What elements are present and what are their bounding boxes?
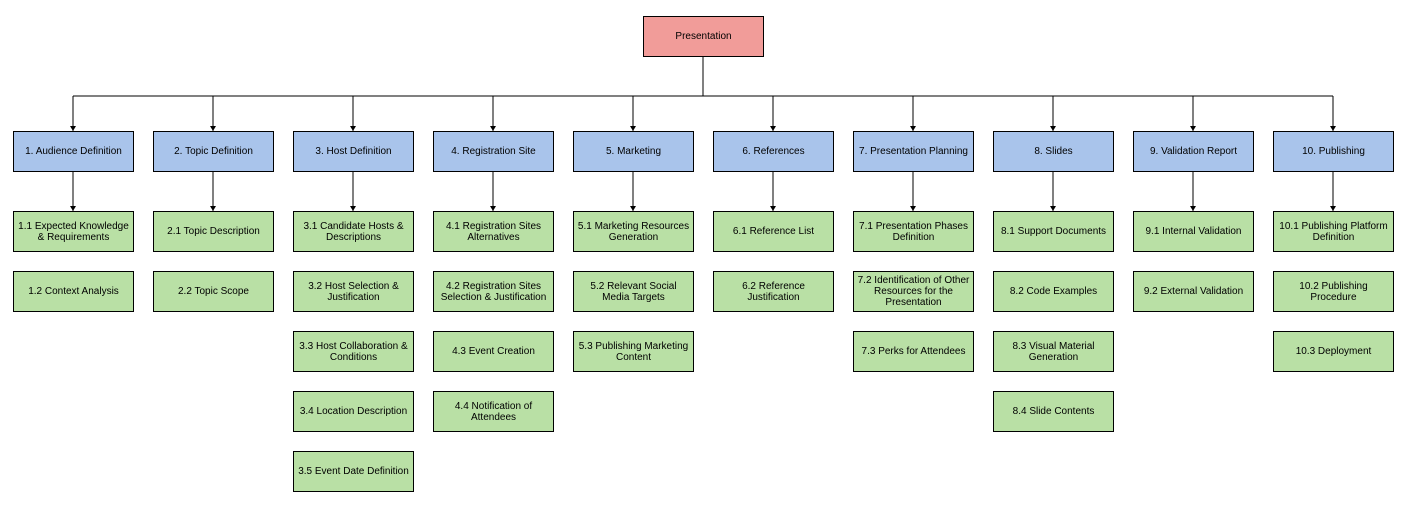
task-node[interactable]: 5.3 Publishing Marketing Content — [573, 331, 694, 372]
task-node-label: 4.4 Notification of Attendees — [454, 400, 533, 423]
category-node[interactable]: 3. Host Definition — [293, 131, 414, 172]
task-node-label: 2.1 Topic Description — [167, 226, 260, 237]
task-node-label: 9.2 External Validation — [1143, 286, 1244, 297]
category-node[interactable]: 1. Audience Definition — [13, 131, 134, 172]
task-node[interactable]: 7.3 Perks for Attendees — [853, 331, 974, 372]
task-node-label: 7.3 Perks for Attendees — [861, 346, 966, 357]
category-node[interactable]: 10. Publishing — [1273, 131, 1394, 172]
task-node[interactable]: 8.1 Support Documents — [993, 211, 1114, 252]
task-node-label: 2.2 Topic Scope — [178, 286, 249, 297]
task-node-label: 4.1 Registration Sites Alternatives — [445, 220, 542, 243]
task-node[interactable]: 8.2 Code Examples — [993, 271, 1114, 312]
category-node-label: 9. Validation Report — [1149, 146, 1238, 157]
task-node[interactable]: 2.1 Topic Description — [153, 211, 274, 252]
category-node[interactable]: 7. Presentation Planning — [853, 131, 974, 172]
task-node[interactable]: 3.4 Location Description — [293, 391, 414, 432]
task-node[interactable]: 3.3 Host Collaboration & Conditions — [293, 331, 414, 372]
task-node[interactable]: 1.1 Expected Knowledge & Requirements — [13, 211, 134, 252]
category-node-label: 8. Slides — [1034, 146, 1073, 157]
category-node[interactable]: 8. Slides — [993, 131, 1114, 172]
task-node-label: 8.3 Visual Material Generation — [1012, 340, 1095, 363]
task-node-label: 4.3 Event Creation — [452, 346, 535, 357]
wbs-diagram: Presentation 1. Audience Definition 1.1 E… — [0, 0, 1409, 509]
task-node-label: 7.2 Identification of Other Resources fo… — [857, 275, 970, 308]
task-node[interactable]: 6.2 Reference Justification — [713, 271, 834, 312]
category-node-label: 1. Audience Definition — [25, 146, 122, 157]
task-node-label: 3.5 Event Date Definition — [298, 466, 409, 477]
connector-layer — [70, 56, 1336, 211]
task-node[interactable]: 5.2 Relevant Social Media Targets — [573, 271, 694, 312]
task-node-label: 6.1 Reference List — [732, 226, 815, 237]
task-node-label: 3.1 Candidate Hosts & Descriptions — [303, 220, 404, 243]
category-node[interactable]: 2. Topic Definition — [153, 131, 274, 172]
category-node-label: 4. Registration Site — [451, 146, 536, 157]
category-node-label: 2. Topic Definition — [174, 146, 253, 157]
task-node-label: 5.1 Marketing Resources Generation — [577, 220, 690, 243]
root-label: Presentation — [675, 31, 732, 42]
task-node[interactable]: 2.2 Topic Scope — [153, 271, 274, 312]
category-node-label: 6. References — [742, 146, 805, 157]
task-node[interactable]: 10.3 Deployment — [1273, 331, 1394, 372]
task-node-label: 8.4 Slide Contents — [1012, 406, 1095, 417]
task-node-label: 10.2 Publishing Procedure — [1299, 280, 1368, 303]
root-node[interactable]: Presentation — [643, 16, 764, 57]
task-node[interactable]: 7.2 Identification of Other Resources fo… — [853, 271, 974, 312]
task-node[interactable]: 3.1 Candidate Hosts & Descriptions — [293, 211, 414, 252]
task-node[interactable]: 8.3 Visual Material Generation — [993, 331, 1114, 372]
category-node[interactable]: 9. Validation Report — [1133, 131, 1254, 172]
task-node[interactable]: 10.2 Publishing Procedure — [1273, 271, 1394, 312]
task-node-label: 8.2 Code Examples — [1009, 286, 1098, 297]
task-node-label: 3.2 Host Selection & Justification — [308, 280, 399, 303]
task-node-label: 10.1 Publishing Platform Definition — [1279, 220, 1388, 243]
task-node[interactable]: 4.4 Notification of Attendees — [433, 391, 554, 432]
task-node[interactable]: 6.1 Reference List — [713, 211, 834, 252]
category-node[interactable]: 6. References — [713, 131, 834, 172]
task-node-label: 4.2 Registration Sites Selection & Justi… — [440, 280, 547, 303]
task-node[interactable]: 4.1 Registration Sites Alternatives — [433, 211, 554, 252]
task-node-label: 1.2 Context Analysis — [28, 286, 119, 297]
task-node-label: 9.1 Internal Validation — [1145, 226, 1242, 237]
task-node-label: 6.2 Reference Justification — [742, 280, 805, 303]
task-node-label: 8.1 Support Documents — [1000, 226, 1107, 237]
task-node[interactable]: 9.2 External Validation — [1133, 271, 1254, 312]
category-node-label: 3. Host Definition — [315, 146, 392, 157]
category-node[interactable]: 4. Registration Site — [433, 131, 554, 172]
task-node[interactable]: 3.5 Event Date Definition — [293, 451, 414, 492]
task-node-label: 5.3 Publishing Marketing Content — [578, 340, 689, 363]
task-node-label: 5.2 Relevant Social Media Targets — [590, 280, 677, 303]
task-node-label: 1.1 Expected Knowledge & Requirements — [18, 220, 129, 243]
task-node[interactable]: 10.1 Publishing Platform Definition — [1273, 211, 1394, 252]
task-node[interactable]: 4.3 Event Creation — [433, 331, 554, 372]
task-node-label: 10.3 Deployment — [1295, 346, 1372, 357]
category-node[interactable]: 5. Marketing — [573, 131, 694, 172]
category-node-label: 5. Marketing — [605, 146, 662, 157]
task-node[interactable]: 5.1 Marketing Resources Generation — [573, 211, 694, 252]
task-node-label: 7.1 Presentation Phases Definition — [859, 220, 968, 243]
task-node[interactable]: 7.1 Presentation Phases Definition — [853, 211, 974, 252]
task-node-label: 3.3 Host Collaboration & Conditions — [299, 340, 408, 363]
task-node[interactable]: 8.4 Slide Contents — [993, 391, 1114, 432]
task-node[interactable]: 4.2 Registration Sites Selection & Justi… — [433, 271, 554, 312]
task-node-label: 3.4 Location Description — [299, 406, 408, 417]
task-node[interactable]: 9.1 Internal Validation — [1133, 211, 1254, 252]
task-node[interactable]: 1.2 Context Analysis — [13, 271, 134, 312]
category-node-label: 10. Publishing — [1302, 146, 1365, 157]
task-node[interactable]: 3.2 Host Selection & Justification — [293, 271, 414, 312]
category-node-label: 7. Presentation Planning — [859, 146, 968, 157]
